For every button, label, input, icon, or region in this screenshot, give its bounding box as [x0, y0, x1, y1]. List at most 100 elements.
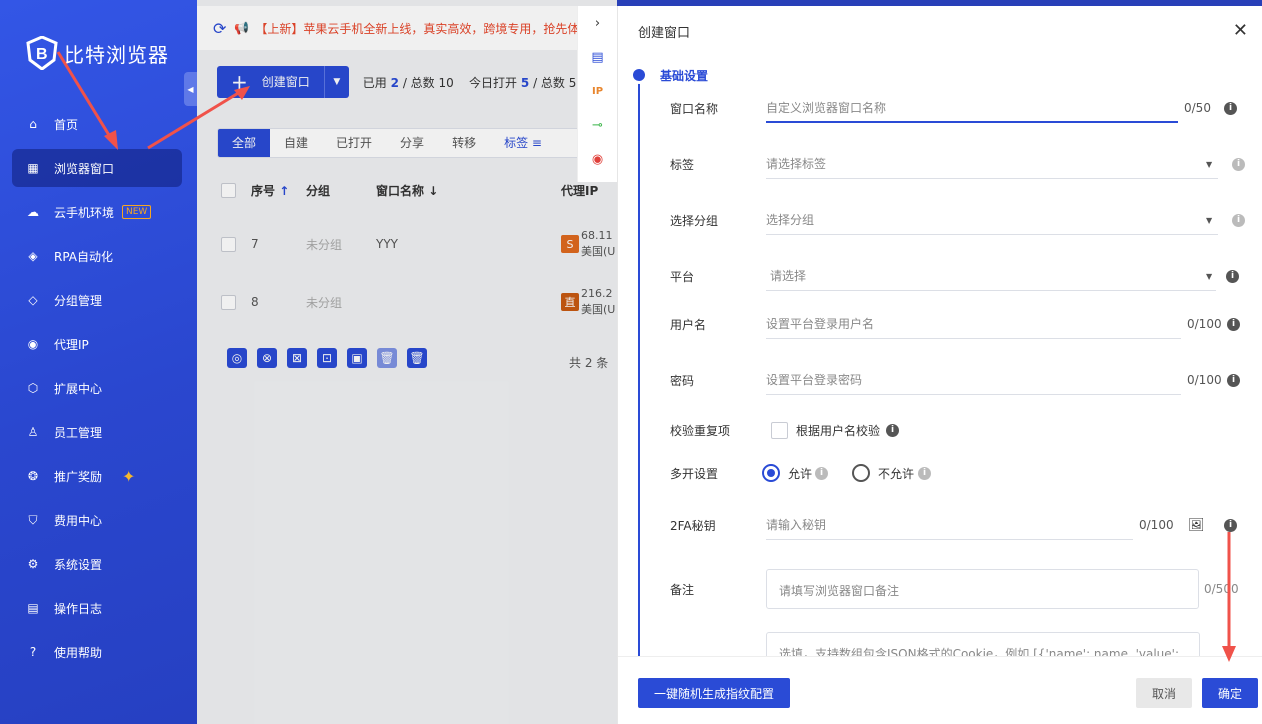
sidebar-item-1[interactable]: ▦ 浏览器窗口	[12, 149, 182, 187]
field-remark: 备注 请填写浏览器窗口备注 0/500	[670, 569, 1250, 609]
panel-title: 创建窗口	[638, 26, 691, 41]
sidebar-item-label: 推广奖励	[54, 469, 103, 484]
robot-icon: ◈	[28, 249, 38, 263]
chevron-down-icon[interactable]: ▼	[1206, 216, 1212, 225]
timeline	[638, 75, 640, 665]
sidebar-item-label: 使用帮助	[54, 645, 103, 660]
sidebar-item-label: 云手机环境	[54, 205, 115, 220]
field-platform: 平台 请选择 ▼ i	[670, 261, 1250, 291]
radio-allow[interactable]	[762, 464, 780, 482]
field-password: 密码 设置平台登录密码 0/100 i	[670, 365, 1250, 395]
new-badge: NEW	[122, 205, 152, 219]
info-icon[interactable]: i	[1224, 101, 1237, 115]
panel-top-bar	[617, 0, 1262, 6]
shield-icon: ⛉	[28, 512, 38, 527]
cloud-phone-icon: ☁	[27, 205, 39, 219]
sidebar-item-10[interactable]: ⚙ 系统设置	[12, 545, 182, 583]
2fa-input[interactable]: 请输入秘钥	[766, 510, 1133, 540]
log-icon: ▤	[27, 601, 39, 615]
sidebar-nav: ⌂ 首页 ▦ 浏览器窗口 ☁ 云手机环境 NEW ◈ RPA自动化 ◇ 分组管理 ◉ 代理IP ⬡ 扩展中心…	[12, 105, 182, 677]
tag-select[interactable]: 请选择标签	[766, 149, 1218, 179]
sidebar-item-label: 分组管理	[54, 293, 103, 308]
info-icon[interactable]: i	[1227, 373, 1240, 387]
group-select[interactable]: 选择分组	[766, 205, 1218, 235]
info-icon[interactable]: i	[918, 466, 931, 480]
info-icon[interactable]: i	[886, 423, 899, 437]
sidebar-item-5[interactable]: ◉ 代理IP	[12, 325, 182, 363]
home-icon: ⌂	[29, 117, 37, 131]
field-username: 用户名 设置平台登录用户名 0/100 i	[670, 309, 1250, 339]
field-dup-check: 校验重复项 根据用户名校验 i	[670, 415, 1250, 445]
info-icon[interactable]: i	[1232, 213, 1245, 227]
sidebar-item-0[interactable]: ⌂ 首页	[12, 105, 182, 143]
sidebar-item-9[interactable]: ⛉ 费用中心	[12, 501, 182, 539]
chevron-right-icon[interactable]: ›	[578, 6, 617, 40]
logo-icon: B	[26, 35, 58, 71]
chevron-down-icon[interactable]: ▼	[1206, 160, 1212, 169]
confirm-button[interactable]: 确定	[1202, 678, 1258, 708]
settings-icon: ⚙	[27, 557, 39, 571]
field-tag: 标签 请选择标签 ▼ i	[670, 149, 1250, 179]
password-input[interactable]: 设置平台登录密码	[766, 365, 1181, 395]
sidebar-item-11[interactable]: ▤ 操作日志	[12, 589, 182, 627]
floating-toolbar: › ▤ IP ⊸ ◉	[577, 6, 617, 182]
info-icon[interactable]: i	[1227, 317, 1240, 331]
extension-icon: ⬡	[27, 381, 39, 395]
field-2fa: 2FA秘钥 请输入秘钥 0/100 🖼 i	[670, 510, 1250, 540]
info-icon[interactable]: i	[1224, 518, 1237, 532]
image-upload-icon[interactable]: 🖼	[1188, 518, 1205, 533]
fingerprint-icon[interactable]: ◉	[578, 142, 617, 176]
info-icon[interactable]: i	[1226, 269, 1239, 283]
close-icon[interactable]: ✕	[1233, 20, 1248, 41]
field-group: 选择分组 选择分组 ▼ i	[670, 205, 1250, 235]
sparkle-icon: ✦	[122, 466, 136, 486]
svg-text:B: B	[36, 46, 48, 63]
location-icon: ◉	[27, 337, 39, 351]
toggle-icon[interactable]: ⊸	[578, 108, 617, 142]
timeline-dot	[630, 66, 648, 84]
overlay[interactable]	[197, 0, 617, 724]
sidebar-item-4[interactable]: ◇ 分组管理	[12, 281, 182, 319]
sidebar-item-12[interactable]: ? 使用帮助	[12, 633, 182, 671]
sidebar-collapse-button[interactable]: ◀	[184, 72, 197, 106]
sidebar-item-7[interactable]: ♙ 员工管理	[12, 413, 182, 451]
dup-check-checkbox[interactable]	[771, 421, 788, 439]
sidebar-item-label: 系统设置	[54, 557, 103, 572]
sidebar-item-label: RPA自动化	[54, 249, 114, 264]
layers-icon: ◇	[28, 293, 38, 307]
info-icon[interactable]: i	[1232, 157, 1245, 171]
sidebar: B 比特浏览器 ⌂ 首页 ▦ 浏览器窗口 ☁ 云手机环境 NEW ◈ RPA自动化 ◇ 分组管理 ◉ 代…	[0, 0, 197, 724]
help-icon: ?	[29, 645, 37, 659]
platform-select[interactable]: 请选择	[766, 261, 1216, 291]
reward-icon: ❂	[27, 469, 39, 483]
form-icon[interactable]: ▤	[578, 40, 617, 74]
chevron-down-icon[interactable]: ▼	[1206, 272, 1212, 281]
sidebar-item-label: 员工管理	[54, 425, 103, 440]
sidebar-item-label: 费用中心	[54, 513, 103, 528]
user-icon: ♙	[27, 425, 39, 439]
create-window-panel: 创建窗口 ✕ 基础设置 窗口名称 自定义浏览器窗口名称 0/50 i 标签 请选…	[617, 0, 1262, 724]
grid-icon: ▦	[27, 161, 39, 175]
remark-textarea[interactable]: 请填写浏览器窗口备注	[766, 569, 1199, 609]
window-name-input[interactable]: 自定义浏览器窗口名称	[766, 93, 1178, 123]
cancel-button[interactable]: 取消	[1136, 678, 1192, 708]
sidebar-item-2[interactable]: ☁ 云手机环境 NEW	[12, 193, 182, 231]
logo-text: 比特浏览器	[64, 42, 169, 67]
field-window-name: 窗口名称 自定义浏览器窗口名称 0/50 i	[670, 93, 1250, 123]
info-icon[interactable]: i	[815, 466, 828, 480]
sidebar-item-label: 首页	[54, 117, 79, 132]
username-input[interactable]: 设置平台登录用户名	[766, 309, 1181, 339]
sidebar-item-label: 扩展中心	[54, 381, 103, 396]
section-title: 基础设置	[660, 69, 709, 83]
sidebar-item-label: 操作日志	[54, 601, 103, 616]
panel-footer: 一键随机生成指纹配置 取消 确定	[618, 656, 1262, 724]
app-logo: B 比特浏览器	[26, 35, 169, 71]
ip-icon[interactable]: IP	[578, 74, 617, 108]
sidebar-item-6[interactable]: ⬡ 扩展中心	[12, 369, 182, 407]
random-fingerprint-button[interactable]: 一键随机生成指纹配置	[638, 678, 790, 708]
sidebar-item-8[interactable]: ❂ 推广奖励 ✦	[12, 457, 182, 495]
sidebar-item-label: 浏览器窗口	[54, 161, 115, 176]
sidebar-item-3[interactable]: ◈ RPA自动化	[12, 237, 182, 275]
radio-disallow[interactable]	[852, 464, 870, 482]
sidebar-item-label: 代理IP	[54, 337, 89, 352]
